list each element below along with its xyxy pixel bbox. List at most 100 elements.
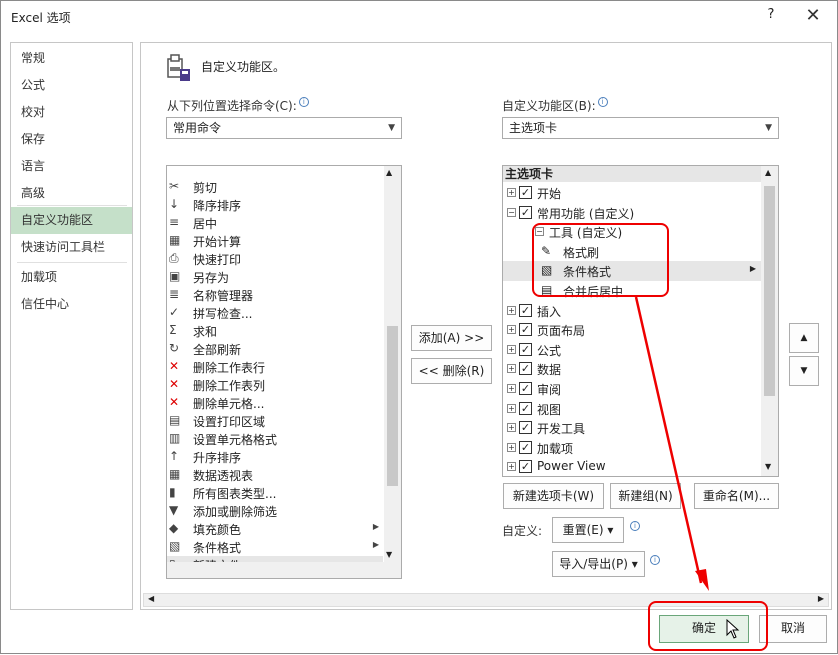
command-label: 填充颜色: [193, 523, 242, 537]
collapse-icon[interactable]: −: [507, 207, 516, 217]
ribbon-tabs-select[interactable]: 主选项卡 ▼: [502, 117, 779, 139]
tree-item[interactable]: + ✓ 开始: [503, 183, 762, 203]
command-item[interactable]: ↻ 全部刷新: [167, 340, 383, 358]
move-down-button[interactable]: ▼: [789, 356, 819, 386]
expand-icon[interactable]: +: [507, 384, 516, 393]
rename-button[interactable]: 重命名(M)...: [694, 483, 779, 509]
tab-checkbox[interactable]: ✓: [519, 440, 532, 454]
command-item[interactable]: ✂ 剪切: [167, 178, 383, 196]
command-item[interactable]: ⎙ 快速打印: [167, 250, 383, 268]
tab-checkbox[interactable]: ✓: [519, 205, 532, 219]
tree-item[interactable]: + ✓ 审阅: [503, 379, 762, 399]
move-up-button[interactable]: ▲: [789, 323, 819, 353]
command-item[interactable]: ≡ 居中: [167, 214, 383, 232]
tab-checkbox[interactable]: ✓: [519, 362, 532, 376]
command-item[interactable]: ≣ 名称管理器: [167, 286, 383, 304]
cancel-button[interactable]: 取消: [759, 615, 827, 643]
tree-item[interactable]: + ✓ 公式: [503, 340, 762, 360]
command-item[interactable]: ↓ 降序排序: [167, 196, 383, 214]
new-group-button[interactable]: 新建组(N): [610, 483, 681, 509]
command-label: 另存为: [193, 271, 230, 285]
scroll-right-icon[interactable]: ▶: [818, 594, 824, 603]
expand-icon[interactable]: +: [507, 325, 516, 335]
scroll-down-icon[interactable]: ▼: [765, 462, 771, 471]
close-button[interactable]: ✕: [801, 5, 825, 29]
expand-icon[interactable]: +: [507, 344, 516, 354]
quick-print-icon: ⎙: [169, 251, 179, 265]
info-icon: i: [597, 97, 608, 107]
tree-item[interactable]: + ✓ 加载项: [503, 438, 762, 458]
command-item[interactable]: ▧ 条件格式 ▶: [167, 538, 383, 556]
commands-list[interactable]: ✂ 剪切 ↓ 降序排序 ≡ 居中 ▦ 开始计算 ⎙ 快速打印 ▣ 另存为 ≣ 名称管理器 ✓ 拼写检查... Σ…: [166, 165, 402, 579]
expand-icon[interactable]: +: [507, 462, 516, 472]
nav-item-formulas[interactable]: 公式: [11, 72, 132, 99]
command-item[interactable]: Σ 求和: [167, 322, 383, 340]
add-button[interactable]: 添加(A) >>: [411, 325, 492, 351]
commands-vertical-scrollbar[interactable]: ▲ ▼: [384, 166, 401, 562]
filter-icon: ▼: [169, 503, 179, 517]
command-item[interactable]: ▤ 设置打印区域: [167, 412, 383, 430]
customize-ribbon-label-text: 自定义功能区(B):: [502, 99, 596, 113]
nav-item-proofing[interactable]: 校对: [11, 99, 132, 126]
nav-item-customize-ribbon[interactable]: 自定义功能区: [11, 207, 132, 234]
command-item[interactable]: ✕ 删除工作表列: [167, 376, 383, 394]
expand-icon[interactable]: +: [507, 364, 516, 374]
tab-checkbox[interactable]: ✓: [519, 323, 532, 337]
import-export-button[interactable]: 导入/导出(P) ▾: [552, 551, 645, 577]
help-button[interactable]: ?: [761, 7, 781, 27]
scroll-down-icon[interactable]: ▼: [386, 550, 392, 559]
tab-checkbox[interactable]: ✓: [519, 342, 532, 356]
nav-item-quick-access-toolbar[interactable]: 快速访问工具栏: [11, 234, 132, 261]
scroll-up-icon[interactable]: ▲: [386, 168, 392, 177]
tab-checkbox[interactable]: ✓: [519, 303, 532, 317]
nav-item-add-ins[interactable]: 加载项: [11, 264, 132, 291]
scroll-thumb[interactable]: [764, 186, 775, 396]
command-item[interactable]: ↑ 升序排序: [167, 448, 383, 466]
expand-icon[interactable]: +: [507, 305, 516, 315]
command-item[interactable]: ◆ 填充颜色 ▶: [167, 520, 383, 538]
tab-checkbox[interactable]: ✓: [519, 401, 532, 415]
command-item[interactable]: ▦ 数据透视表: [167, 466, 383, 484]
expand-icon[interactable]: +: [507, 188, 516, 197]
nav-item-language[interactable]: 语言: [11, 153, 132, 180]
scroll-thumb[interactable]: [387, 326, 398, 486]
nav-item-trust-center[interactable]: 信任中心: [11, 291, 132, 318]
nav-item-save[interactable]: 保存: [11, 126, 132, 153]
tree-item[interactable]: − ✓ 常用功能 (自定义): [503, 203, 762, 223]
expand-icon[interactable]: +: [507, 403, 516, 413]
command-item[interactable]: ▮ 所有图表类型...: [167, 484, 383, 502]
remove-button[interactable]: << 删除(R): [411, 358, 492, 384]
choose-commands-select[interactable]: 常用命令 ▼: [166, 117, 402, 139]
ribbon-tree[interactable]: 主选项卡 + ✓ 开始 − ✓ 常用功能 (自定义) − 工具 (自定义) ✎ 格式刷 ▧ 条件格式 ▶…: [502, 165, 779, 477]
command-item[interactable]: ▥ 设置单元格格式: [167, 430, 383, 448]
expand-icon[interactable]: +: [507, 423, 516, 433]
tree-vertical-scrollbar[interactable]: ▲ ▼: [761, 166, 778, 476]
chevron-down-icon: ▼: [388, 123, 395, 133]
tab-checkbox[interactable]: ✓: [519, 460, 532, 474]
tree-item[interactable]: + ✓ 页面布局: [503, 320, 762, 340]
nav-item-general[interactable]: 常规: [11, 45, 132, 72]
command-item[interactable]: ✕ 删除单元格...: [167, 394, 383, 412]
tab-checkbox[interactable]: ✓: [519, 382, 532, 395]
expand-icon[interactable]: +: [507, 442, 516, 452]
scroll-up-icon[interactable]: ▲: [765, 168, 771, 177]
tree-item[interactable]: + ✓ 插入: [503, 301, 762, 321]
command-item[interactable]: ✓ 拼写检查...: [167, 304, 383, 322]
command-item[interactable]: ▼ 添加或删除筛选: [167, 502, 383, 520]
commands-horizontal-scrollbar[interactable]: [167, 562, 401, 578]
tree-item[interactable]: + ✓ 视图: [503, 399, 762, 419]
reset-button[interactable]: 重置(E) ▾: [552, 517, 624, 543]
command-item[interactable]: ▦ 开始计算: [167, 232, 383, 250]
new-tab-button[interactable]: 新建选项卡(W): [503, 483, 604, 509]
tree-item[interactable]: + ✓ 数据: [503, 359, 762, 379]
command-item[interactable]: ✕ 删除工作表行: [167, 358, 383, 376]
tab-checkbox[interactable]: ✓: [519, 186, 532, 199]
tab-checkbox[interactable]: ✓: [519, 421, 532, 435]
tree-item[interactable]: + ✓ 开发工具: [503, 418, 762, 438]
command-item[interactable]: ▣ 另存为: [167, 268, 383, 286]
scroll-left-icon[interactable]: ◀: [148, 594, 154, 603]
tree-item[interactable]: + ✓ Power View: [503, 457, 762, 476]
nav-item-advanced[interactable]: 高级: [11, 180, 132, 207]
command-label: 删除工作表行: [193, 361, 266, 375]
sort-ascending-icon: ↑: [169, 449, 180, 463]
